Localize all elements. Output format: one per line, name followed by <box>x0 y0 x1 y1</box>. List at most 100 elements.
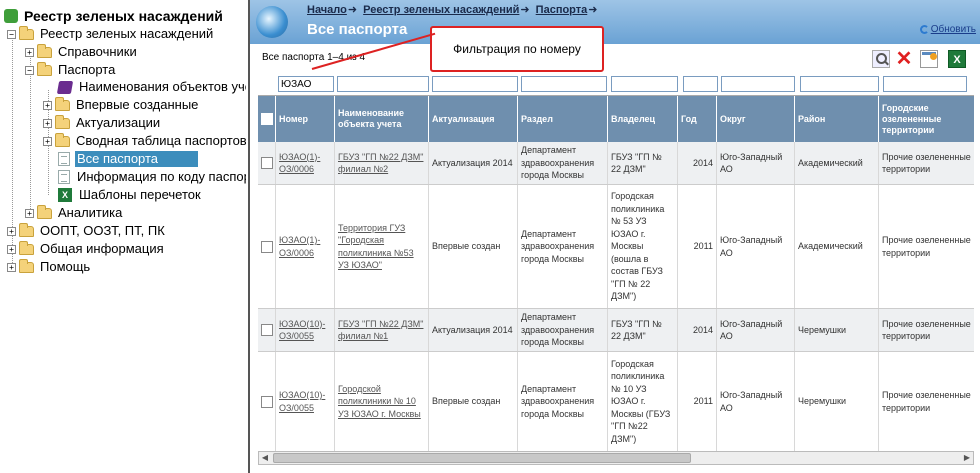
number-link[interactable]: ЮЗАО(1)-ОЗ/0006 <box>279 234 331 259</box>
tree-item-label: ООПТ, ООЗТ, ПТ, ПК <box>40 223 165 238</box>
name-link[interactable]: ГБУЗ "ГП №22 ДЗМ" филиал №1 <box>338 318 425 343</box>
arrow-icon: ➜ <box>588 4 598 16</box>
filter-section-input[interactable] <box>521 76 607 92</box>
expand-toggle-icon[interactable]: + <box>7 226 16 236</box>
row-checkbox[interactable] <box>261 395 273 408</box>
tree-item-object-names[interactable]: Наименования объектов учета <box>56 78 246 96</box>
cell-district: Юго-Западный АО <box>717 352 795 451</box>
column-header[interactable]: Год <box>678 96 717 142</box>
column-header[interactable]: Номер <box>276 96 335 142</box>
breadcrumb-home[interactable]: Начало <box>307 4 347 16</box>
filter-owner-input[interactable] <box>611 76 678 92</box>
folder-icon <box>55 132 70 147</box>
tree-item-templates[interactable]: X Шаблоны перечеток <box>58 186 203 204</box>
expand-toggle-icon[interactable]: + <box>43 136 52 146</box>
cell-name[interactable]: Территория ГУЗ "Городская поликлиника №5… <box>335 185 429 308</box>
clear-filter-icon[interactable]: ✕ <box>895 49 913 69</box>
tree-item-general-info[interactable]: + Общая информация <box>7 240 166 258</box>
breadcrumb-passports[interactable]: Паспорта <box>536 4 588 16</box>
refresh-link[interactable]: Обновить <box>919 24 976 35</box>
column-header[interactable]: Район <box>795 96 879 142</box>
filter-number-input[interactable] <box>278 76 334 92</box>
column-header[interactable]: Округ <box>717 96 795 142</box>
cell-number[interactable]: ЮЗАО(10)-ОЗ/0055 <box>276 352 335 451</box>
passports-table: Номер Наименование объекта учета Актуали… <box>258 95 974 451</box>
collapse-toggle-icon[interactable]: − <box>7 29 16 39</box>
expand-toggle-icon[interactable]: + <box>25 208 34 218</box>
cell-district: Юго-Западный АО <box>717 309 795 351</box>
search-icon[interactable] <box>872 50 890 68</box>
cell-actualization: Впервые создан <box>429 352 518 451</box>
name-link[interactable]: ГБУЗ "ГП №22 ДЗМ" филиал №2 <box>338 151 425 176</box>
tree-item-first-created[interactable]: + Впервые созданные <box>43 96 200 114</box>
tree-item-label: Наименования объектов учета <box>79 79 246 94</box>
cell-owner: Городская поликлиника № 10 УЗ ЮЗАО г. Мо… <box>608 352 678 451</box>
scrollbar-thumb[interactable] <box>273 453 691 463</box>
cell-actualization: Актуализация 2014 <box>429 309 518 351</box>
filter-area-input[interactable] <box>800 76 879 92</box>
column-header[interactable]: Наименование объекта учета <box>335 96 429 142</box>
expand-toggle-icon[interactable]: + <box>43 100 52 110</box>
name-link[interactable]: Городской поликлиники № 10 УЗ ЮЗАО г. Мо… <box>338 383 425 421</box>
number-link[interactable]: ЮЗАО(10)-ОЗ/0055 <box>279 389 331 414</box>
cell-number[interactable]: ЮЗАО(1)-ОЗ/0006 <box>276 185 335 308</box>
excel-export-icon[interactable]: X <box>948 50 966 68</box>
columns-settings-icon[interactable] <box>920 50 938 68</box>
table-row[interactable]: ЮЗАО(10)-ОЗ/0055 ГБУЗ "ГП №22 ДЗМ" филиа… <box>258 309 974 352</box>
number-link[interactable]: ЮЗАО(1)-ОЗ/0006 <box>279 151 331 176</box>
tree-item-registry[interactable]: − Реестр зеленых насаждений <box>7 25 215 43</box>
column-header[interactable]: Владелец <box>608 96 678 142</box>
cell-number[interactable]: ЮЗАО(1)-ОЗ/0006 <box>276 142 335 184</box>
horizontal-scrollbar[interactable]: ◀ ▶ <box>258 451 974 465</box>
tree-item-directories[interactable]: + Справочники <box>25 43 139 61</box>
expand-toggle-icon[interactable]: + <box>7 262 16 272</box>
expand-toggle-icon[interactable]: + <box>7 244 16 254</box>
filter-territory-input[interactable] <box>883 76 967 92</box>
name-link[interactable]: Территория ГУЗ "Городская поликлиника №5… <box>338 222 425 272</box>
cell-actualization: Впервые создан <box>429 185 518 308</box>
cell-name[interactable]: ГБУЗ "ГП №22 ДЗМ" филиал №1 <box>335 309 429 351</box>
number-link[interactable]: ЮЗАО(10)-ОЗ/0055 <box>279 318 331 343</box>
tree-item-code-info[interactable]: Информация по коду паспорта <box>58 168 246 186</box>
filter-name-input[interactable] <box>337 76 429 92</box>
scroll-right-icon[interactable]: ▶ <box>961 452 973 464</box>
page-title: Все паспорта <box>307 21 408 38</box>
row-checkbox-cell <box>258 352 276 451</box>
collapse-toggle-icon[interactable]: − <box>25 65 34 75</box>
row-checkbox[interactable] <box>261 157 273 169</box>
scroll-left-icon[interactable]: ◀ <box>259 452 271 464</box>
tree-item-analytics[interactable]: + Аналитика <box>25 204 124 222</box>
tree-item-all-passports[interactable]: Все паспорта <box>58 150 199 168</box>
tree-item-actualizations[interactable]: + Актуализации <box>43 114 162 132</box>
cell-name[interactable]: ГБУЗ "ГП №22 ДЗМ" филиал №2 <box>335 142 429 184</box>
arrow-icon: ➜ <box>520 4 530 16</box>
select-all-checkbox[interactable] <box>261 113 273 125</box>
cell-number[interactable]: ЮЗАО(10)-ОЗ/0055 <box>276 309 335 351</box>
tree-item-summary-table[interactable]: + Сводная таблица паспортов <box>43 132 246 150</box>
row-checkbox[interactable] <box>261 324 273 336</box>
cell-year: 2011 <box>678 185 717 308</box>
filter-district-input[interactable] <box>721 76 795 92</box>
column-header[interactable]: Городские озелененные территории <box>879 96 974 142</box>
filter-actualization-input[interactable] <box>432 76 518 92</box>
folder-icon <box>55 114 70 129</box>
filter-year-input[interactable] <box>683 76 718 92</box>
expand-toggle-icon[interactable]: + <box>43 118 52 128</box>
tree-item-label: Впервые созданные <box>76 97 199 112</box>
tree-item-oopt[interactable]: + ООПТ, ООЗТ, ПТ, ПК <box>7 222 167 240</box>
table-row[interactable]: ЮЗАО(1)-ОЗ/0006 ГБУЗ "ГП №22 ДЗМ" филиал… <box>258 142 974 185</box>
tree-root[interactable]: Реестр зеленых насаждений <box>4 7 225 25</box>
breadcrumb-registry[interactable]: Реестр зеленых насаждений <box>363 4 519 16</box>
column-header[interactable]: Раздел <box>518 96 608 142</box>
tree-item-help[interactable]: + Помощь <box>7 258 92 276</box>
cell-section: Департамент здравоохранения города Москв… <box>518 185 608 308</box>
tree-item-label: Паспорта <box>58 62 116 77</box>
row-checkbox[interactable] <box>261 240 273 253</box>
table-row[interactable]: ЮЗАО(1)-ОЗ/0006 Территория ГУЗ "Городска… <box>258 185 974 309</box>
tree-item-passports[interactable]: − Паспорта <box>25 61 117 79</box>
table-row[interactable]: ЮЗАО(10)-ОЗ/0055 Городской поликлиники №… <box>258 352 974 451</box>
cell-name[interactable]: Городской поликлиники № 10 УЗ ЮЗАО г. Мо… <box>335 352 429 451</box>
table-header: Номер Наименование объекта учета Актуали… <box>258 96 974 142</box>
expand-toggle-icon[interactable]: + <box>25 47 34 57</box>
column-header[interactable]: Актуализация <box>429 96 518 142</box>
